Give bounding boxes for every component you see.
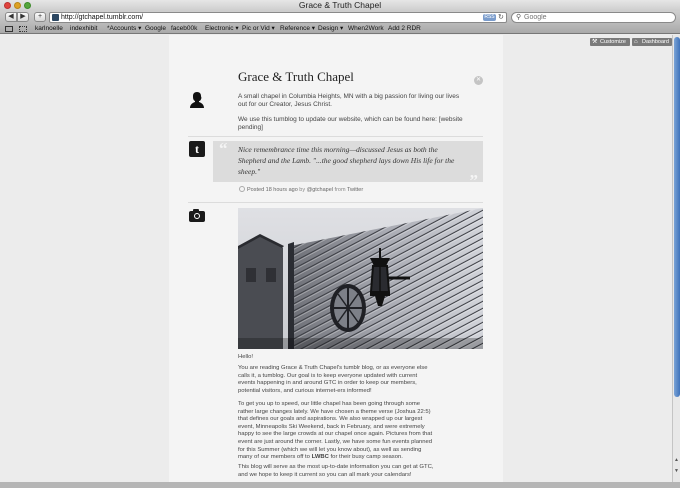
clock-icon bbox=[239, 186, 245, 192]
scroll-down-arrow-icon[interactable]: ▼ bbox=[673, 468, 680, 478]
scroll-up-arrow-icon[interactable]: ▲ bbox=[673, 457, 680, 467]
post-photo[interactable] bbox=[238, 208, 483, 349]
meta-by-text: by bbox=[297, 187, 307, 193]
bookmark-item[interactable]: faceb00k bbox=[171, 24, 197, 34]
post-paragraph-text: for their busy camp season. bbox=[328, 454, 403, 461]
divider bbox=[188, 136, 483, 137]
blog-description-website: We use this tumblog to update our websit… bbox=[238, 116, 463, 131]
back-button[interactable]: ◀ bbox=[5, 12, 17, 22]
search-icon: ⚲ bbox=[516, 14, 522, 21]
twitter-source-link[interactable]: Twitter bbox=[347, 187, 363, 193]
bookmarks-bar: karlnoelle indexhibit *Accounts ▾ Google… bbox=[0, 24, 680, 34]
quote-text: Nice remembrance time this morning—discu… bbox=[238, 145, 455, 176]
top-sites-grid-icon[interactable] bbox=[19, 26, 27, 32]
bookmark-item[interactable]: Electronic ▾ bbox=[205, 24, 239, 34]
home-icon: ⌂ bbox=[634, 39, 638, 45]
open-quote-icon: “ bbox=[219, 139, 228, 158]
bookmark-item[interactable]: Add 2 RDR bbox=[388, 24, 421, 34]
customize-label: Customize bbox=[600, 39, 626, 45]
page-viewport: ⚒ Customize ⌂ Dashboard Grace & Truth Ch… bbox=[0, 35, 672, 482]
post-paragraph: To get you up to speed, our little chape… bbox=[238, 401, 436, 462]
dashboard-button[interactable]: ⌂ Dashboard bbox=[632, 38, 672, 46]
bookmarks-book-icon[interactable] bbox=[5, 26, 13, 32]
post-greeting: Hello! bbox=[238, 354, 254, 360]
status-bar bbox=[0, 482, 680, 488]
post-paragraph: This blog will serve as the most up-to-d… bbox=[238, 464, 434, 478]
bookmark-item[interactable]: Design ▾ bbox=[318, 24, 343, 34]
window-title: Grace & Truth Chapel bbox=[298, 0, 382, 10]
browser-toolbar: ◀ ▶ + http://gtchapel.tumblr.com/ RSS ↻ … bbox=[0, 11, 680, 24]
forward-arrow-icon: ▶ bbox=[20, 13, 26, 20]
customize-button[interactable]: ⚒ Customize bbox=[590, 38, 630, 46]
address-text[interactable]: http://gtchapel.tumblr.com/ bbox=[61, 13, 143, 22]
window-minimize-button[interactable] bbox=[14, 2, 21, 9]
bookmark-item[interactable]: Google bbox=[145, 24, 166, 34]
post-paragraph: You are reading Grace & Truth Chapel's t… bbox=[238, 365, 428, 394]
bookmark-item[interactable]: indexhibit bbox=[70, 24, 97, 34]
blog-description: A small chapel in Columbia Heights, MN w… bbox=[238, 93, 460, 108]
lwbc-link[interactable]: LWBC bbox=[312, 454, 329, 460]
post-permalink[interactable]: Posted 18 hours ago bbox=[247, 187, 298, 193]
address-bar[interactable]: http://gtchapel.tumblr.com/ RSS ↻ bbox=[49, 12, 507, 23]
post-paragraph-text: To get you up to speed, our little chape… bbox=[238, 401, 433, 461]
window-zoom-button[interactable] bbox=[24, 2, 31, 9]
bookmark-item[interactable]: Reference ▾ bbox=[280, 24, 315, 34]
quote-post: “ Nice remembrance time this morning—dis… bbox=[213, 139, 483, 190]
bookmark-item[interactable]: When2Work bbox=[348, 24, 384, 34]
bookmark-item[interactable]: *Accounts ▾ bbox=[107, 24, 141, 34]
vertical-scrollbar[interactable]: ▲ ▼ bbox=[672, 35, 680, 482]
divider bbox=[188, 202, 483, 203]
scrollbar-thumb[interactable] bbox=[674, 37, 680, 397]
meta-from-text: from bbox=[333, 187, 347, 193]
bookmark-item[interactable]: karlnoelle bbox=[35, 24, 63, 34]
back-arrow-icon: ◀ bbox=[8, 13, 14, 20]
close-icon[interactable]: ✕ bbox=[474, 76, 483, 85]
search-box[interactable]: ⚲ bbox=[511, 12, 676, 23]
dashboard-label: Dashboard bbox=[642, 39, 669, 45]
camera-icon bbox=[189, 209, 205, 222]
twitter-user-link[interactable]: @gtchapel bbox=[307, 187, 333, 193]
forward-button[interactable]: ▶ bbox=[17, 12, 29, 22]
reload-icon[interactable]: ↻ bbox=[498, 13, 504, 22]
window-close-button[interactable] bbox=[4, 2, 11, 9]
post-meta: Posted 18 hours ago by @gtchapel from Tw… bbox=[239, 186, 363, 194]
rss-button[interactable]: RSS bbox=[483, 14, 496, 21]
twitter-icon: t bbox=[189, 141, 205, 157]
tumblr-favicon-icon bbox=[52, 14, 59, 21]
person-silhouette-icon bbox=[190, 92, 204, 108]
wrench-icon: ⚒ bbox=[592, 39, 598, 45]
bookmark-item[interactable]: Pic or Vid ▾ bbox=[242, 24, 275, 34]
search-input[interactable] bbox=[524, 13, 672, 22]
window-titlebar: Grace & Truth Chapel bbox=[0, 0, 680, 11]
blog-title[interactable]: Grace & Truth Chapel bbox=[238, 69, 354, 85]
close-quote-icon: ” bbox=[469, 171, 479, 190]
plus-icon: + bbox=[37, 13, 43, 20]
add-bookmark-button[interactable]: + bbox=[34, 12, 46, 22]
